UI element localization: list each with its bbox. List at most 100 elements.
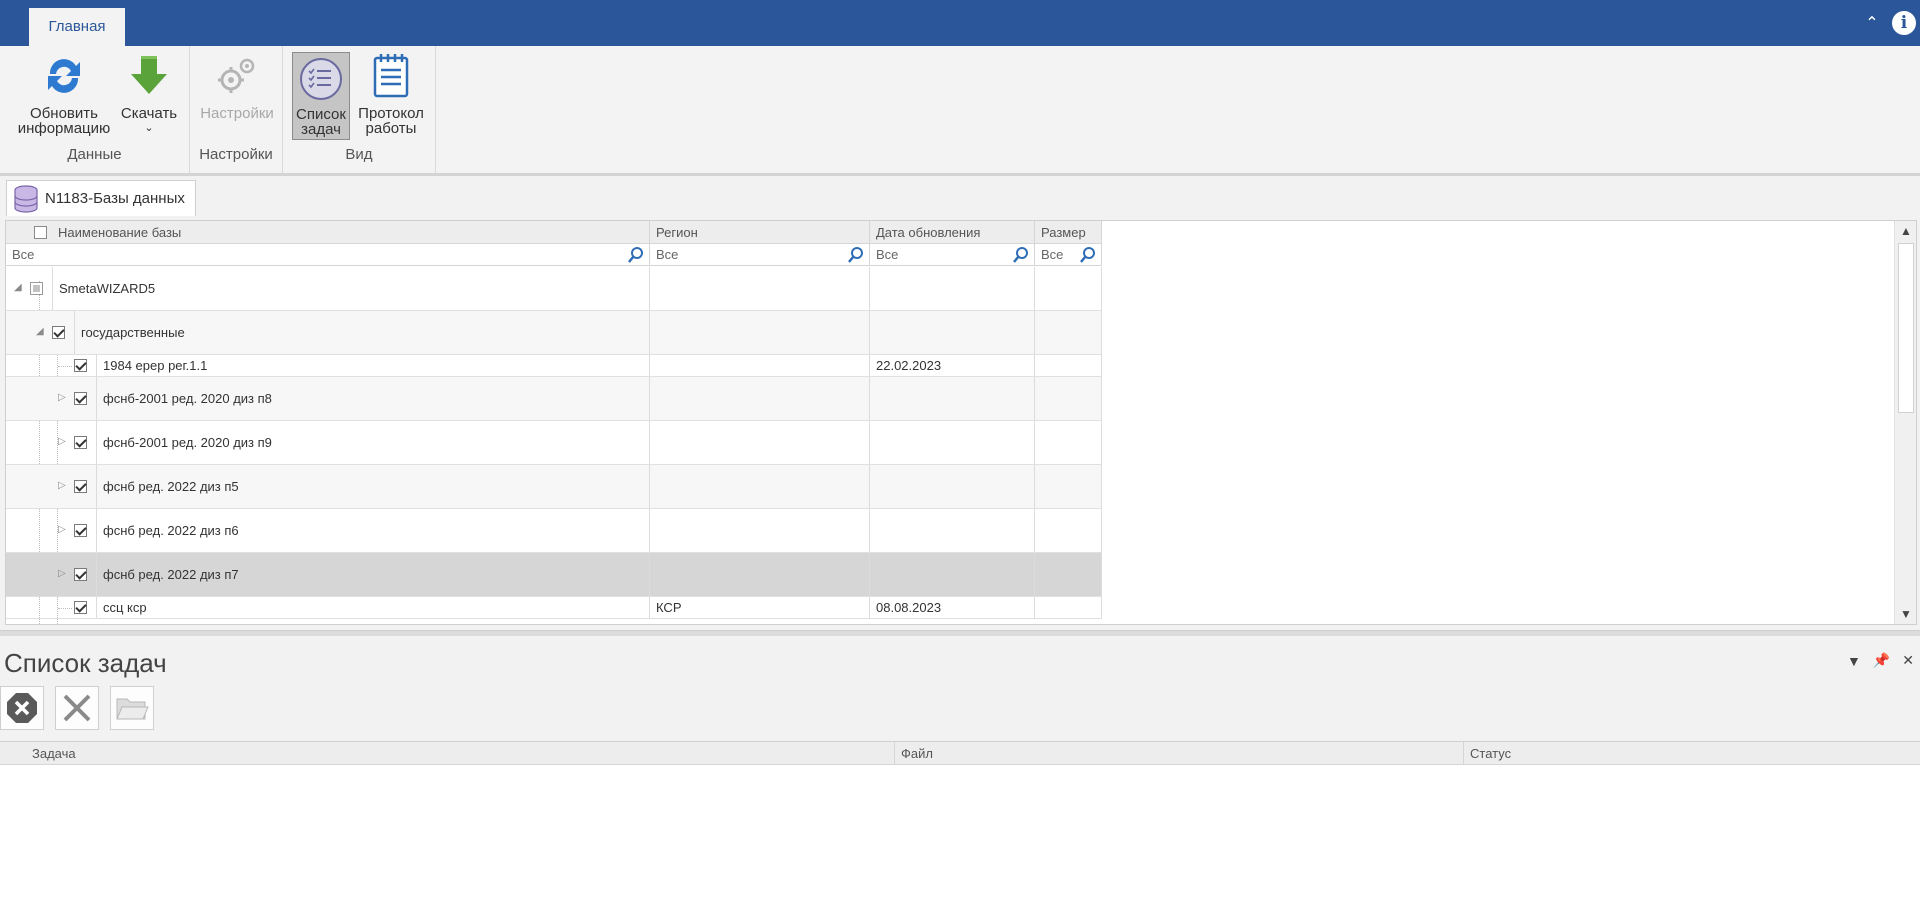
cell-name: фснб-2001 ред. 2020 диз п9 [96, 421, 650, 464]
collapsed-node-icon[interactable]: ▷ [58, 524, 66, 535]
refresh-button[interactable]: Обновить информацию [14, 52, 114, 136]
cell-name: фснб-2001 ред. 2020 диз п8 [96, 377, 650, 420]
filter-size-text: Все [1041, 247, 1064, 262]
search-icon[interactable] [627, 246, 645, 264]
grid-header: Наименование базы Регион Дата обновления… [6, 221, 1102, 244]
pin-icon[interactable]: 📌 [1873, 652, 1890, 669]
ribbon-tab-home[interactable]: Главная [29, 8, 125, 46]
cell-size [1035, 509, 1102, 552]
document-tab[interactable]: N1183-Базы данных [6, 180, 196, 216]
search-icon[interactable] [1079, 246, 1097, 264]
column-header-file[interactable]: Файл [895, 742, 1464, 765]
expanded-node-icon[interactable]: ◢ [36, 326, 44, 337]
collapse-ribbon-icon[interactable]: ⌃ [1862, 13, 1882, 33]
notepad-icon [373, 54, 409, 98]
document-tab-label: N1183-Базы данных [45, 190, 185, 207]
cell-date [870, 465, 1035, 508]
cell-date: 08.08.2023 [870, 597, 1035, 618]
refresh-icon [48, 59, 80, 93]
row-checkbox[interactable] [74, 524, 87, 537]
table-row[interactable]: ссц ксp КСР 08.08.2023 [6, 597, 1102, 619]
column-header-task[interactable]: Задача [0, 742, 895, 765]
task-list-button[interactable]: Список задач [292, 52, 350, 140]
panel-title: Список задач [4, 648, 167, 678]
column-header-region[interactable]: Регион [650, 221, 870, 244]
cell-region [650, 509, 870, 552]
search-icon[interactable] [847, 246, 865, 264]
row-checkbox[interactable] [30, 282, 43, 295]
cell-size [1035, 421, 1102, 464]
column-header-size[interactable]: Размер [1035, 221, 1102, 244]
row-checkbox[interactable] [74, 568, 87, 581]
cell-size [1035, 311, 1102, 354]
settings-button[interactable]: Настройки [198, 52, 276, 121]
row-checkbox[interactable] [74, 436, 87, 449]
table-row[interactable]: ▷ фснб ред. 2022 диз п5 [6, 465, 1102, 509]
cell-name: государственные [74, 311, 650, 354]
search-icon[interactable] [1012, 246, 1030, 264]
table-row[interactable]: ◢ SmetaWIZARD5 [6, 267, 1102, 311]
table-row[interactable]: ◢ государственные [6, 311, 1102, 355]
column-header-name[interactable]: Наименование базы [6, 221, 650, 244]
scroll-up-icon[interactable]: ▲ [1895, 221, 1916, 241]
title-bar: Главная ⌃ i [0, 0, 1920, 46]
ribbon-group-settings: Настройки Настройки [190, 46, 283, 173]
panel-menu-icon[interactable]: ▼ [1847, 653, 1861, 669]
work-protocol-button[interactable]: Протокол работы [353, 52, 429, 136]
filter-region[interactable]: Все [650, 244, 870, 266]
collapsed-node-icon[interactable]: ▷ [58, 480, 66, 491]
group-label-view: Вид [345, 146, 373, 163]
row-checkbox[interactable] [74, 359, 87, 372]
tasks-grid-header: Задача Файл Статус [0, 742, 1920, 765]
row-checkbox[interactable] [74, 601, 87, 614]
ribbon: Обновить информацию Скачать ⌄ Данные Нас… [0, 46, 1920, 176]
expanded-node-icon[interactable]: ◢ [14, 282, 22, 293]
filter-name[interactable]: Все [6, 244, 650, 266]
gear-icon [218, 58, 255, 93]
filter-date[interactable]: Все [870, 244, 1035, 266]
title-bar-controls: ⌃ i [1862, 8, 1920, 38]
delete-x-icon [63, 694, 91, 722]
table-row[interactable]: ▷ фснб-2001 ред. 2020 диз п9 [6, 421, 1102, 465]
collapsed-node-icon[interactable]: ▷ [58, 568, 66, 579]
cancel-task-button[interactable] [0, 686, 44, 730]
column-header-date[interactable]: Дата обновления [870, 221, 1035, 244]
tree-line [58, 608, 72, 609]
info-icon[interactable]: i [1892, 11, 1916, 35]
task-list-panel: Список задач ▼ 📌 ✕ Задача Файл Статус [0, 636, 1920, 921]
download-label: Скачать [120, 105, 178, 122]
download-button[interactable]: Скачать ⌄ [116, 52, 182, 134]
scroll-down-icon[interactable]: ▼ [1895, 604, 1916, 624]
cell-region [650, 465, 870, 508]
cell-region [650, 553, 870, 596]
cell-name: 1984 ерер рег.1.1 [96, 355, 650, 376]
cell-region [650, 267, 870, 310]
tree-line [58, 366, 72, 367]
panel-controls: ▼ 📌 ✕ [1847, 652, 1914, 669]
delete-task-button[interactable] [55, 686, 99, 730]
stop-octagon-icon [7, 693, 37, 723]
column-header-status[interactable]: Статус [1464, 742, 1920, 765]
chevron-down-icon: ⌄ [144, 122, 154, 134]
group-label-settings: Настройки [199, 146, 273, 163]
cell-date [870, 377, 1035, 420]
collapsed-node-icon[interactable]: ▷ [58, 392, 66, 403]
row-checkbox[interactable] [74, 392, 87, 405]
open-folder-button[interactable] [110, 686, 154, 730]
table-row[interactable]: ▷ фснб ред. 2022 диз п7 [6, 553, 1102, 597]
protocol-label-line2: работы [365, 120, 417, 137]
document-area: N1183-Базы данных Наименование базы Реги… [0, 176, 1920, 630]
collapsed-node-icon[interactable]: ▷ [58, 436, 66, 447]
table-row[interactable]: ▷ фснб ред. 2022 диз п6 [6, 509, 1102, 553]
table-row[interactable]: ▷ фснб-2001 ред. 2020 диз п8 [6, 377, 1102, 421]
close-icon[interactable]: ✕ [1902, 652, 1914, 669]
filter-date-text: Все [876, 247, 899, 262]
scroll-thumb[interactable] [1898, 243, 1914, 413]
vertical-scrollbar[interactable]: ▲ ▼ [1894, 221, 1916, 624]
download-arrow-icon [131, 56, 167, 94]
table-row[interactable]: 1984 ерер рег.1.1 22.02.2023 [6, 355, 1102, 377]
row-checkbox[interactable] [74, 480, 87, 493]
row-checkbox[interactable] [52, 326, 65, 339]
filter-size[interactable]: Все [1035, 244, 1102, 266]
cell-region [650, 311, 870, 354]
